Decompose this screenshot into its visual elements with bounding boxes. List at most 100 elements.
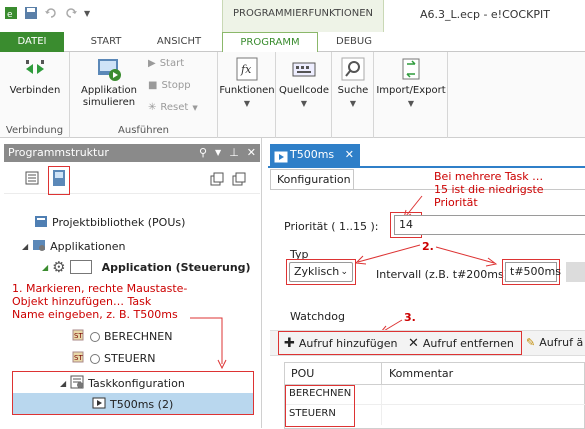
group-funktionen: fx Funktionen ▼ xyxy=(218,52,276,138)
aufruf-hinzufuegen-label: Aufruf hinzufügen xyxy=(298,337,398,350)
stopp-button[interactable]: ■ Stopp xyxy=(148,80,191,91)
typ-select[interactable]: Zyklisch ⌄ xyxy=(289,262,353,282)
reset-label: Reset xyxy=(160,102,189,113)
tree-label: Taskkonfiguration xyxy=(88,377,185,390)
group-ausfuehren: Applikation simulieren ▶ Start ■ Stopp ✳ Re… xyxy=(70,52,218,138)
undo-icon[interactable] xyxy=(44,6,58,20)
annotation-line: Bei mehrere Task … xyxy=(434,170,544,183)
context-tab-label: PROGRAMMIERFUNKTIONEN xyxy=(233,8,373,19)
group-verbindung-label: Verbindung xyxy=(5,125,64,136)
start-label: Start xyxy=(159,58,185,69)
aufruf-hinzufuegen-button[interactable]: ✚ Aufruf hinzufügen xyxy=(284,336,397,351)
group-ausfuehren-label: Ausführen xyxy=(118,125,169,136)
annotation-step-3: 3. xyxy=(404,311,416,324)
qat-dropdown-icon[interactable]: ▼ xyxy=(84,9,90,18)
program-icon: ST xyxy=(72,350,86,367)
tree-label: BERECHNEN xyxy=(104,330,173,343)
reset-button[interactable]: ✳ Reset ▼ xyxy=(148,102,198,113)
aufruf-aendern-button[interactable]: ✎ Aufruf ä xyxy=(526,336,583,349)
program-icon: ST xyxy=(72,328,86,345)
program-structure-panel: Programmstruktur ⚲ ▼ ⊥ ✕ Projektbiblioth… xyxy=(0,138,262,428)
connect-icon xyxy=(22,56,48,82)
plus-icon: ✚ xyxy=(284,336,295,351)
suche-dropdown-icon: ▼ xyxy=(349,99,357,108)
tree-item-steuern[interactable]: ST STEUERN xyxy=(72,350,156,367)
applikation-label: Applikation xyxy=(81,85,137,96)
ribbon-tabs: DATEI START ANSICHT PROGRAMM DEBUG xyxy=(0,32,585,53)
redo-icon[interactable] xyxy=(64,6,78,20)
intervall-unit-button[interactable] xyxy=(566,262,585,282)
funktionen-button[interactable]: fx Funktionen ▼ xyxy=(218,56,276,110)
konfiguration-panel: Bei mehrere Task … 15 ist die niedrigste… xyxy=(270,170,585,429)
import-export-button[interactable]: Import/Export ▼ xyxy=(374,56,448,110)
tree-item-taskkonfiguration[interactable]: ◢ Taskkonfiguration xyxy=(60,375,185,392)
typ-select-value: Zyklisch xyxy=(294,265,340,278)
funktionen-dropdown-icon: ▼ xyxy=(243,99,251,108)
quellcode-button[interactable]: Quellcode ▼ xyxy=(276,56,332,110)
document-tab-t500ms[interactable]: T500ms ✕ xyxy=(270,144,360,166)
annotation-step-2: 2. xyxy=(422,240,434,253)
reset-icon: ✳ xyxy=(148,102,157,113)
svg-text:ST: ST xyxy=(74,354,83,362)
task-config-icon xyxy=(70,375,84,392)
document-tab-underline xyxy=(268,166,585,168)
column-kommentar[interactable]: Kommentar xyxy=(389,367,453,380)
svg-text:fx: fx xyxy=(240,63,252,76)
column-pou[interactable]: POU xyxy=(291,367,314,380)
tab-datei[interactable]: DATEI xyxy=(0,32,64,52)
verbinden-button[interactable]: Verbinden xyxy=(4,56,66,97)
tab-ansicht[interactable]: ANSICHT xyxy=(146,32,212,52)
annotation-box-rows xyxy=(285,385,355,427)
quick-access-toolbar: e ▼ xyxy=(4,6,90,20)
tab-programm[interactable]: PROGRAMM xyxy=(222,32,318,53)
app-logo-icon: e xyxy=(4,6,18,20)
play-icon: ▶ xyxy=(148,58,156,69)
funktionen-label: Funktionen xyxy=(219,85,275,96)
import-export-dropdown-icon: ▼ xyxy=(407,99,415,108)
tab-konfiguration[interactable]: Konfiguration xyxy=(270,169,354,189)
context-tab-group: PROGRAMMIERFUNKTIONEN xyxy=(222,0,384,32)
prioritaet-input[interactable]: 14 xyxy=(394,215,585,235)
window-title: A6.3_L.ecp - e!COCKPIT xyxy=(420,8,550,21)
tab-start[interactable]: START xyxy=(76,32,136,52)
radio-icon xyxy=(90,353,100,364)
radio-icon xyxy=(90,331,100,342)
column-divider xyxy=(381,385,382,405)
aufruf-entfernen-button[interactable]: ✕ Aufruf entfernen xyxy=(408,336,514,351)
remove-icon: ✕ xyxy=(408,336,419,351)
suche-label: Suche xyxy=(337,85,369,96)
applikation-simulieren-button[interactable]: Applikation simulieren xyxy=(76,56,142,109)
stop-icon: ■ xyxy=(148,80,158,91)
watchdog-label: Watchdog xyxy=(290,310,345,323)
annotation-line: 15 ist die niedrigste Priorität xyxy=(434,183,544,209)
close-tab-icon[interactable]: ✕ xyxy=(345,144,354,166)
chevron-down-icon: ⌄ xyxy=(340,267,348,277)
intervall-label: Intervall (z.B. t#200ms): xyxy=(376,268,512,281)
table-header: POU Kommentar xyxy=(285,363,585,385)
tree-label: T500ms (2) xyxy=(110,398,174,411)
simulieren-label: simulieren xyxy=(82,97,136,108)
tree-item-t500ms[interactable]: T500ms (2) xyxy=(92,397,173,412)
title-bar: e ▼ PROGRAMMIERFUNKTIONEN A6.3_L.ecp - e… xyxy=(0,0,585,32)
tree-item-berechnen[interactable]: ST BERECHNEN xyxy=(72,328,172,345)
tab-debug[interactable]: DEBUG xyxy=(326,32,382,52)
svg-text:ST: ST xyxy=(74,332,83,340)
suche-button[interactable]: Suche ▼ xyxy=(332,56,374,110)
simulate-icon xyxy=(96,56,122,82)
tree-label: STEUERN xyxy=(104,352,156,365)
svg-text:e: e xyxy=(7,10,13,20)
search-icon xyxy=(340,56,366,82)
group-quellcode: Quellcode ▼ xyxy=(276,52,332,138)
document-tab-label: T500ms xyxy=(290,148,335,161)
prioritaet-label: Priorität ( 1..15 ): xyxy=(284,220,379,233)
intervall-input[interactable]: t#500ms xyxy=(505,262,561,282)
start-button[interactable]: ▶ Start xyxy=(148,58,184,69)
annotation-prioritaet: Bei mehrere Task … 15 ist die niedrigste… xyxy=(434,170,585,209)
ribbon: Verbinden Verbindung Applikation simulie… xyxy=(0,52,585,138)
group-verbindung: Verbinden Verbindung xyxy=(0,52,70,138)
task-editor: T500ms ✕ Konfiguration Bei mehrere Task … xyxy=(268,138,585,429)
expand-arrow-icon: ◢ xyxy=(60,379,67,388)
edit-icon: ✎ xyxy=(526,336,536,349)
verbinden-label: Verbinden xyxy=(9,85,61,96)
save-icon[interactable] xyxy=(24,6,38,20)
